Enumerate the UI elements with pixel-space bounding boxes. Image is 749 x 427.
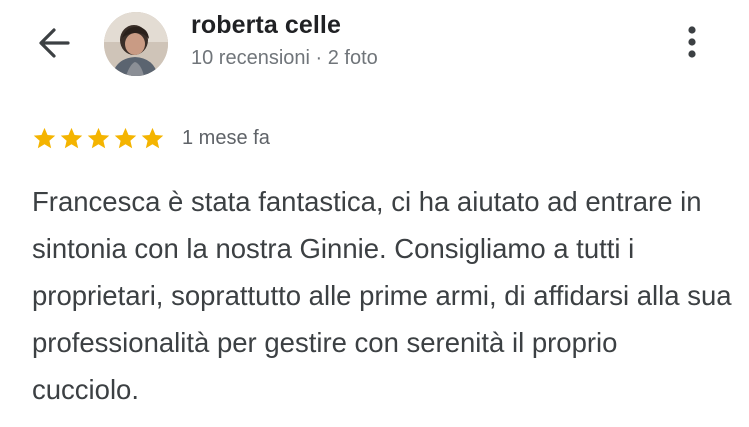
more-options-button[interactable] — [674, 22, 710, 64]
star-icon — [59, 126, 84, 151]
review-date: 1 mese fa — [182, 126, 270, 149]
avatar-photo — [104, 12, 168, 76]
star-rating — [32, 126, 165, 151]
reviewer-name[interactable]: roberta celle — [191, 11, 341, 40]
review-page: roberta celle 10 recensioni · 2 foto 1 m… — [0, 0, 749, 427]
back-button[interactable] — [30, 25, 78, 61]
more-vert-icon — [688, 26, 696, 58]
rating-row: 1 mese fa — [32, 121, 270, 155]
star-icon — [86, 126, 111, 151]
review-text: Francesca è stata fantastica, ci ha aiut… — [32, 186, 732, 405]
star-icon — [32, 126, 57, 151]
reviewer-meta: 10 recensioni · 2 foto — [191, 47, 378, 69]
arrow-back-icon — [39, 28, 70, 58]
header: roberta celle 10 recensioni · 2 foto — [0, 0, 749, 100]
star-icon — [140, 126, 165, 151]
star-icon — [113, 126, 138, 151]
avatar[interactable] — [104, 12, 168, 76]
